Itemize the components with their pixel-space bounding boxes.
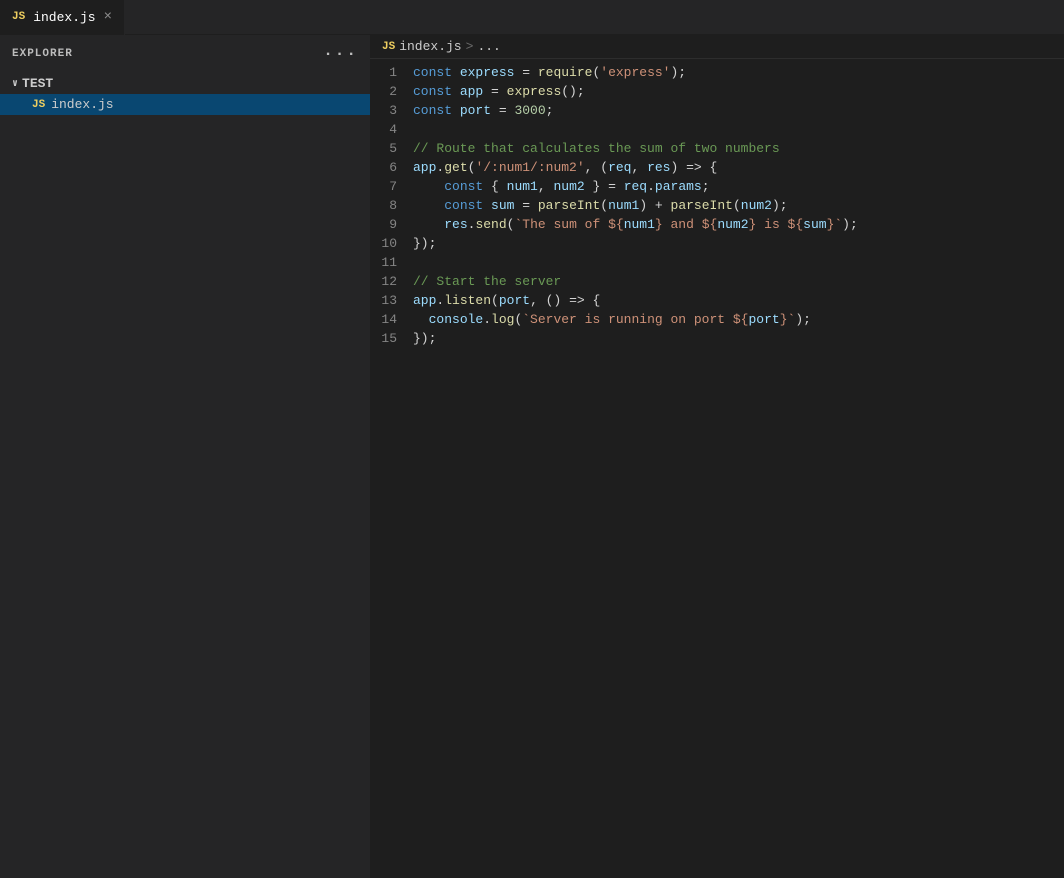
breadcrumb-js-icon: JS (382, 41, 395, 53)
code-line: 4 (370, 120, 1064, 139)
code-line: 6 app.get('/:num1/:num2', (req, res) => … (370, 158, 1064, 177)
code-editor[interactable]: 1 const express = require('express'); 2 … (370, 59, 1064, 878)
code-line: 15 }); (370, 329, 1064, 348)
breadcrumb: JS index.js > ... (370, 35, 1064, 59)
tab-bar: JS index.js × (0, 0, 1064, 35)
breadcrumb-separator: > (466, 39, 474, 54)
code-line: 3 const port = 3000; (370, 101, 1064, 120)
main-layout: EXPLORER ··· ∨ TEST JS index.js JS index… (0, 35, 1064, 878)
code-line: 9 res.send(`The sum of ${num1} and ${num… (370, 215, 1064, 234)
code-line: 1 const express = require('express'); (370, 63, 1064, 82)
code-line: 8 const sum = parseInt(num1) + parseInt(… (370, 196, 1064, 215)
code-line: 11 (370, 253, 1064, 272)
tab-index-js[interactable]: JS index.js × (0, 0, 125, 35)
sidebar-more-button[interactable]: ··· (323, 45, 358, 63)
code-line: 2 const app = express(); (370, 82, 1064, 101)
js-file-badge: JS (32, 99, 45, 111)
tab-filename: index.js (33, 10, 95, 25)
code-line: 5 // Route that calculates the sum of tw… (370, 139, 1064, 158)
sidebar-header: EXPLORER ··· (0, 35, 370, 73)
code-line: 13 app.listen(port, () => { (370, 291, 1064, 310)
editor-panel: JS index.js > ... 1 const express = requ… (370, 35, 1064, 878)
sidebar: EXPLORER ··· ∨ TEST JS index.js (0, 35, 370, 878)
folder-test[interactable]: ∨ TEST (0, 73, 370, 94)
breadcrumb-filename: index.js (399, 39, 461, 54)
breadcrumb-rest: ... (477, 39, 500, 54)
code-line: 7 const { num1, num2 } = req.params; (370, 177, 1064, 196)
chevron-down-icon: ∨ (12, 78, 18, 90)
file-name: index.js (51, 97, 113, 112)
explorer-label: EXPLORER (12, 48, 73, 60)
close-tab-button[interactable]: × (104, 10, 112, 24)
code-line: 12 // Start the server (370, 272, 1064, 291)
code-line: 14 console.log(`Server is running on por… (370, 310, 1064, 329)
code-line: 10 }); (370, 234, 1064, 253)
folder-name: TEST (22, 76, 53, 91)
file-index-js[interactable]: JS index.js (0, 94, 370, 115)
js-file-icon: JS (12, 11, 25, 23)
